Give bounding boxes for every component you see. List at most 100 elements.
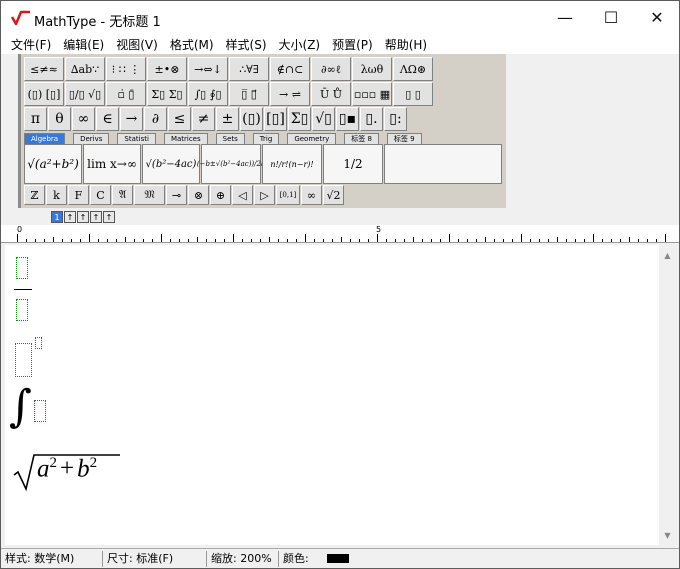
superscript-slot[interactable] — [35, 337, 42, 349]
bar-3-button[interactable]: ↑ — [77, 211, 89, 223]
ruler-tick — [656, 239, 657, 242]
circled-times-button[interactable]: ⊗ — [188, 185, 209, 205]
infinity-small-button[interactable]: ∞ — [301, 185, 322, 205]
menu-size[interactable]: 大小(Z) — [273, 36, 327, 53]
menu-style[interactable]: 样式(S) — [220, 36, 273, 53]
tab-geometry[interactable]: Geometry — [287, 133, 337, 144]
field-f-button[interactable]: F — [68, 185, 89, 205]
element-of-button[interactable]: ∈ — [96, 107, 119, 131]
tab-trig[interactable]: Trig — [252, 133, 280, 144]
theta-button[interactable]: θ — [48, 107, 71, 131]
vertical-scrollbar[interactable]: ▲ ▼ — [659, 245, 676, 545]
ruler-tick — [17, 234, 18, 242]
menu-preferences[interactable]: 预置(P) — [326, 36, 379, 53]
menu-edit[interactable]: 编辑(E) — [57, 36, 110, 53]
subscript-button[interactable]: ▯. — [360, 107, 383, 131]
right-arrow-button[interactable]: → — [120, 107, 143, 131]
relational-symbols-button[interactable]: ≤≠≈ — [24, 57, 64, 81]
ruler-tick — [485, 237, 486, 242]
greek-lower-button[interactable]: λωθ — [352, 57, 392, 81]
menu-view[interactable]: 视图(V) — [110, 36, 164, 53]
not-equal-button[interactable]: ≠ — [192, 107, 215, 131]
tab-statistics[interactable]: Statisti — [117, 133, 156, 144]
k-button[interactable]: k — [46, 185, 67, 205]
sqrt-button[interactable]: √▯ — [312, 107, 335, 131]
exponent-b: 2 — [89, 455, 98, 471]
brackets-button[interactable]: [▯] — [264, 107, 287, 131]
denominator-slot[interactable] — [16, 299, 28, 321]
matrix-templates-button[interactable]: ▫▫▫ ▦ — [352, 82, 392, 106]
template-limit[interactable]: lim x→∞ — [83, 144, 141, 184]
operator-symbols-button[interactable]: ±•⊗ — [147, 57, 187, 81]
misc-symbols-button[interactable]: ∂∞ℓ — [311, 57, 351, 81]
multimap-button[interactable]: ⊸ — [166, 185, 187, 205]
sqrt-expression[interactable]: a2 + b2 — [37, 455, 97, 483]
left-triangle-button[interactable]: ◁ — [232, 185, 253, 205]
bar-2-button[interactable]: ↑ — [64, 211, 76, 223]
integers-button[interactable]: ℤ — [24, 185, 45, 205]
pi-button[interactable]: π — [24, 107, 47, 131]
summation-button[interactable]: Σ▯ — [288, 107, 311, 131]
right-triangle-button[interactable]: ▷ — [254, 185, 275, 205]
parentheses-button[interactable]: (▯) — [240, 107, 263, 131]
bar-4-button[interactable]: ↑ — [90, 211, 102, 223]
template-one-half[interactable]: 1/2 — [323, 144, 383, 184]
status-color-label: 颜色: — [283, 551, 309, 565]
greek-upper-button[interactable]: ΛΩ⊛ — [393, 57, 433, 81]
embellishments-button[interactable]: ⁝ ∷ ⋮ — [106, 57, 146, 81]
tab-sets[interactable]: Sets — [215, 133, 245, 144]
circled-plus-button[interactable]: ⊕ — [210, 185, 231, 205]
integral-templates-button[interactable]: ∫▯ ∮▯ — [188, 82, 228, 106]
numerator-slot[interactable] — [16, 257, 28, 279]
fraktur-a-button[interactable]: 𝔄 — [112, 185, 133, 205]
complex-c-button[interactable]: C — [90, 185, 111, 205]
minimize-button[interactable]: — — [542, 1, 588, 34]
subsup-button[interactable]: ▯: — [384, 107, 407, 131]
integrand-slot[interactable] — [34, 400, 46, 422]
tab-matrices[interactable]: Matrices — [163, 133, 208, 144]
logical-symbols-button[interactable]: ∴∀∃ — [229, 57, 269, 81]
fraktur-m-button[interactable]: 𝔐 — [134, 185, 165, 205]
set-theory-button[interactable]: ∉∩⊂ — [270, 57, 310, 81]
template-combination[interactable]: n!/r!(n−r)! — [262, 144, 322, 184]
tab-8[interactable]: 标签 8 — [344, 133, 379, 144]
ruler-tick — [638, 239, 639, 242]
infinity-button[interactable]: ∞ — [72, 107, 95, 131]
fraction-radical-templates-button[interactable]: ▯/▯ √▯ — [65, 82, 105, 106]
sqrt-two-button[interactable]: √2 — [323, 185, 344, 205]
spaces-ellipses-button[interactable]: ∆ab∵ — [65, 57, 105, 81]
template-quadratic-formula[interactable]: (−b±√(b²−4ac))/2a — [197, 144, 265, 184]
partial-button[interactable]: ∂ — [144, 107, 167, 131]
box-templates-button[interactable]: ▯ ▯ — [393, 82, 433, 106]
menu-file[interactable]: 文件(F) — [5, 36, 57, 53]
interval-button[interactable]: [0,1] — [276, 185, 300, 205]
scroll-up-icon[interactable]: ▲ — [659, 247, 676, 263]
tab-derivs[interactable]: Derivs — [73, 133, 110, 144]
maximize-button[interactable]: ☐ — [588, 1, 634, 34]
base-slot[interactable] — [15, 343, 32, 377]
summation-templates-button[interactable]: Σ▯ Σ▯ — [147, 82, 187, 106]
tab-9[interactable]: 标签 9 — [386, 133, 422, 144]
bar-1-button[interactable]: 1 — [51, 211, 63, 223]
ruler-tick — [296, 239, 297, 242]
menu-help[interactable]: 帮助(H) — [379, 36, 433, 53]
subscript-templates-button[interactable]: ▫̇ ▯̄ — [106, 82, 146, 106]
tab-algebra[interactable]: Algebra — [24, 133, 66, 144]
products-set-templates-button[interactable]: Ū Ů — [311, 82, 351, 106]
superscript-button[interactable]: ▯▪ — [336, 107, 359, 131]
ruler[interactable]: 0 5 — [1, 225, 679, 243]
bar-5-button[interactable]: ↑ — [103, 211, 115, 223]
close-button[interactable]: ✕ — [634, 1, 680, 34]
menu-format[interactable]: 格式(M) — [164, 36, 220, 53]
template-discriminant[interactable]: √(b²−4ac) — [142, 144, 200, 184]
underbar-overbar-templates-button[interactable]: ▯̅ ▯⃗ — [229, 82, 269, 106]
fence-templates-button[interactable]: (▯) [▯] — [24, 82, 64, 106]
equation-editor[interactable]: ∫ a2 + b2 — [5, 245, 659, 545]
less-equal-button[interactable]: ≤ — [168, 107, 191, 131]
scroll-down-icon[interactable]: ▼ — [659, 527, 676, 543]
labeled-arrow-templates-button[interactable]: → ⇌ — [270, 82, 310, 106]
arrow-symbols-button[interactable]: →⇔↓ — [188, 57, 228, 81]
template-sqrt-sum[interactable]: √(a²+b²) — [24, 144, 82, 184]
plus-minus-button[interactable]: ± — [216, 107, 239, 131]
ruler-tick — [107, 239, 108, 242]
